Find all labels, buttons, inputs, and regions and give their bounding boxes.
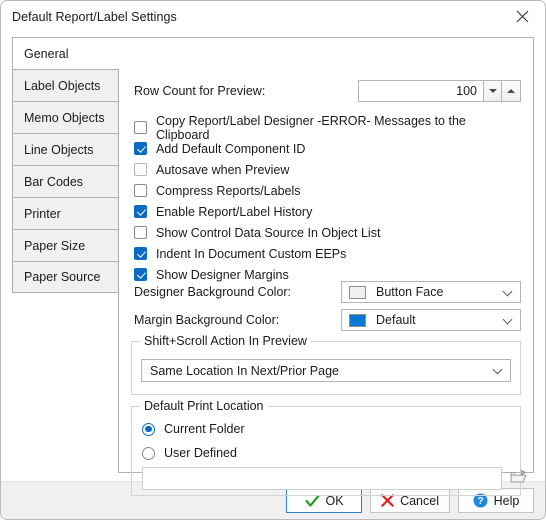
row-count-increment-button[interactable] xyxy=(502,80,521,102)
default-print-location-group: Default Print Location Current Folder Us… xyxy=(131,399,527,496)
chevron-up-icon xyxy=(507,89,515,93)
checkbox-compress-reports-labels[interactable]: Compress Reports/Labels xyxy=(134,180,521,201)
tab-label: General xyxy=(24,46,69,61)
margin-background-color-value: Default xyxy=(376,313,416,327)
checkbox-label: Show Designer Margins xyxy=(156,267,289,282)
checkbox-box xyxy=(134,184,147,197)
row-count-label: Row Count for Preview: xyxy=(134,84,266,98)
checkbox-label: Add Default Component ID xyxy=(156,141,306,156)
tab-label: Memo Objects xyxy=(24,110,105,125)
tab-label: Bar Codes xyxy=(24,174,84,189)
checkbox-box xyxy=(134,205,147,218)
checkbox-label: Show Control Data Source In Object List xyxy=(156,225,381,240)
radio-label: User Defined xyxy=(164,446,237,460)
tab-bar-codes[interactable]: Bar Codes xyxy=(12,165,119,197)
checkbox-box xyxy=(134,226,147,239)
margin-background-color-combo[interactable]: Default xyxy=(341,309,521,331)
checkbox-label: Copy Report/Label Designer -ERROR- Messa… xyxy=(156,113,466,142)
checkbox-enable-report-label-history[interactable]: Enable Report/Label History xyxy=(134,201,521,222)
close-icon xyxy=(516,10,529,23)
checkbox-indent-in-document-custom-eeps[interactable]: Indent In Document Custom EEPs xyxy=(134,243,521,264)
tab-printer[interactable]: Printer xyxy=(12,197,119,229)
tab-label-objects[interactable]: Label Objects xyxy=(12,69,119,101)
settings-dialog: Default Report/Label Settings General La… xyxy=(0,0,546,520)
window-title: Default Report/Label Settings xyxy=(12,9,177,24)
color-swatch xyxy=(349,313,366,327)
row-count-spinner[interactable]: 100 xyxy=(358,80,521,102)
chevron-down-icon xyxy=(488,89,497,93)
tab-label: Paper Size xyxy=(24,238,86,253)
tab-label: Label Objects xyxy=(24,78,101,93)
row-count-decrement-button[interactable] xyxy=(483,80,502,102)
shift-scroll-action-value: Same Location In Next/Prior Page xyxy=(150,363,339,378)
radio-user-defined[interactable]: User Defined xyxy=(142,443,237,463)
row-count-row: Row Count for Preview: 100 xyxy=(134,80,521,102)
color-swatch xyxy=(349,285,366,299)
radio-label: Current Folder xyxy=(164,422,245,436)
print-location-path-input[interactable] xyxy=(142,467,502,490)
checkbox-box xyxy=(134,121,147,134)
tab-paper-source[interactable]: Paper Source xyxy=(12,261,119,293)
default-print-location-group-title: Default Print Location xyxy=(140,399,268,413)
radio-button xyxy=(142,422,155,436)
checkbox-label: Compress Reports/Labels xyxy=(156,183,301,198)
designer-background-color-value: Button Face xyxy=(376,285,444,299)
checkbox-box xyxy=(134,142,147,155)
checkbox-label: Indent In Document Custom EEPs xyxy=(156,246,347,261)
general-settings-panel: Row Count for Preview: 100 Copy Report/L… xyxy=(118,37,534,496)
checkbox-label: Autosave when Preview xyxy=(156,162,290,177)
radio-button xyxy=(142,446,155,460)
browse-folder-button[interactable] xyxy=(508,468,530,488)
chevron-down-icon xyxy=(503,287,514,298)
close-button[interactable] xyxy=(500,1,545,32)
open-folder-icon xyxy=(510,469,528,488)
tab-memo-objects[interactable]: Memo Objects xyxy=(12,101,119,133)
radio-current-folder[interactable]: Current Folder xyxy=(142,419,245,439)
title-bar: Default Report/Label Settings xyxy=(1,1,545,32)
designer-background-color-combo[interactable]: Button Face xyxy=(341,281,521,303)
row-count-value[interactable]: 100 xyxy=(358,80,483,102)
tab-label: Printer xyxy=(24,206,61,221)
tab-line-objects[interactable]: Line Objects xyxy=(12,133,119,165)
shift-scroll-action-combo[interactable]: Same Location In Next/Prior Page xyxy=(141,359,511,382)
tab-general[interactable]: General xyxy=(12,37,120,69)
tab-label: Line Objects xyxy=(24,142,94,157)
chevron-down-icon xyxy=(493,365,504,376)
designer-background-color-row: Designer Background Color: Button Face xyxy=(134,281,521,303)
tab-paper-size[interactable]: Paper Size xyxy=(12,229,119,261)
shift-scroll-group-title: Shift+Scroll Action In Preview xyxy=(140,334,311,348)
checkbox-autosave-when-preview[interactable]: Autosave when Preview xyxy=(134,159,521,180)
checkbox-box xyxy=(134,247,147,260)
designer-background-color-label: Designer Background Color: xyxy=(134,285,292,299)
margin-background-color-row: Margin Background Color: Default xyxy=(134,309,521,331)
shift-scroll-group: Shift+Scroll Action In Preview Same Loca… xyxy=(131,334,521,395)
tab-strip: General Label Objects Memo Objects Line … xyxy=(12,37,120,293)
checkbox-label: Enable Report/Label History xyxy=(156,204,313,219)
checkbox-box xyxy=(134,268,147,281)
chevron-down-icon xyxy=(503,315,514,326)
svg-text:?: ? xyxy=(477,496,483,507)
margin-background-color-label: Margin Background Color: xyxy=(134,313,280,327)
checkbox-box xyxy=(134,163,147,176)
checkbox-copy-error-messages[interactable]: Copy Report/Label Designer -ERROR- Messa… xyxy=(134,114,521,142)
tab-label: Paper Source xyxy=(24,270,101,284)
checkbox-show-control-data-source[interactable]: Show Control Data Source In Object List xyxy=(134,222,521,243)
options-checkbox-list: Copy Report/Label Designer -ERROR- Messa… xyxy=(134,114,521,285)
dialog-body: General Label Objects Memo Objects Line … xyxy=(1,32,545,496)
